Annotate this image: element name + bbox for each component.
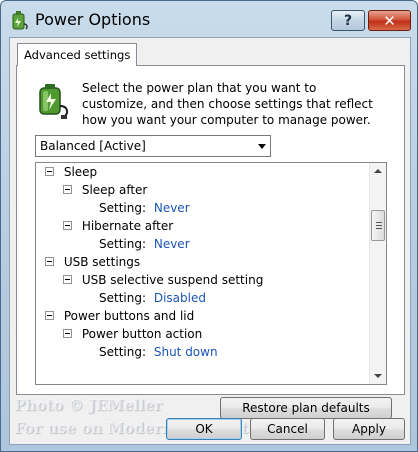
collapse-icon[interactable] (63, 329, 72, 338)
setting-value-link[interactable]: Shut down (154, 345, 218, 359)
collapse-icon[interactable] (63, 185, 72, 194)
chevron-down-icon[interactable] (258, 144, 266, 149)
instructions-text: Select the power plan that you want to c… (82, 81, 373, 127)
window-title: Power Options (35, 10, 151, 29)
power-plan-value: Balanced [Active] (40, 139, 146, 153)
collapse-icon[interactable] (45, 167, 54, 176)
cancel-button[interactable]: Cancel (250, 418, 325, 440)
advanced-settings-panel: Select the power plan that you want to c… (16, 65, 405, 419)
tree-setting-sleep-after[interactable]: Setting: Never (99, 199, 190, 217)
tree-group-power-buttons-and-lid[interactable]: Power buttons and lid (45, 307, 194, 325)
grip-line (376, 228, 382, 229)
setting-value-link[interactable]: Never (154, 237, 190, 251)
setting-value-link[interactable]: Disabled (154, 291, 206, 305)
title-bar[interactable]: Power Options ? ✕ (1, 1, 417, 37)
vertical-scrollbar[interactable] (369, 163, 386, 384)
close-button[interactable]: ✕ (368, 10, 411, 31)
tab-advanced-settings[interactable]: Advanced settings (17, 43, 138, 66)
collapse-icon[interactable] (45, 311, 54, 320)
tree-item-usb-selective-suspend[interactable]: USB selective suspend setting (63, 271, 263, 289)
grip-line (376, 222, 382, 223)
tree-setting-power-button-action[interactable]: Setting: Shut down (99, 343, 218, 361)
ok-button[interactable]: OK (166, 418, 242, 440)
power-options-window: Power Options ? ✕ Advanced settings Sele… (0, 0, 418, 452)
dialog-client-area: Advanced settings Select the power plan … (9, 37, 411, 445)
grip-line (376, 225, 382, 226)
battery-plug-icon (12, 11, 28, 30)
battery-plug-icon (39, 84, 69, 119)
scrollbar-thumb[interactable] (371, 210, 385, 241)
collapse-icon[interactable] (63, 221, 72, 230)
restore-plan-defaults-button[interactable]: Restore plan defaults (220, 397, 392, 419)
scroll-down-arrow-icon[interactable] (370, 367, 386, 384)
collapse-icon[interactable] (45, 257, 54, 266)
collapse-icon[interactable] (63, 275, 72, 284)
tree-item-power-button-action[interactable]: Power button action (63, 325, 202, 343)
apply-button[interactable]: Apply (333, 418, 405, 440)
tree-group-usb-settings[interactable]: USB settings (45, 253, 140, 271)
settings-tree-content: Sleep Sleep after Setting: Never Hiberna… (36, 163, 370, 384)
setting-value-link[interactable]: Never (154, 201, 190, 215)
tree-item-hibernate-after[interactable]: Hibernate after (63, 217, 173, 235)
settings-tree[interactable]: Sleep Sleep after Setting: Never Hiberna… (35, 162, 387, 385)
tree-item-sleep-after[interactable]: Sleep after (63, 181, 147, 199)
watermark-line-1: Photo © JEMeller (14, 396, 163, 414)
scroll-up-arrow-icon[interactable] (370, 163, 386, 180)
tree-group-sleep[interactable]: Sleep (45, 163, 97, 181)
tree-setting-usb-selective-suspend[interactable]: Setting: Disabled (99, 289, 206, 307)
power-plan-dropdown[interactable]: Balanced [Active] (35, 135, 271, 157)
help-button[interactable]: ? (331, 10, 365, 31)
tree-setting-hibernate-after[interactable]: Setting: Never (99, 235, 190, 253)
